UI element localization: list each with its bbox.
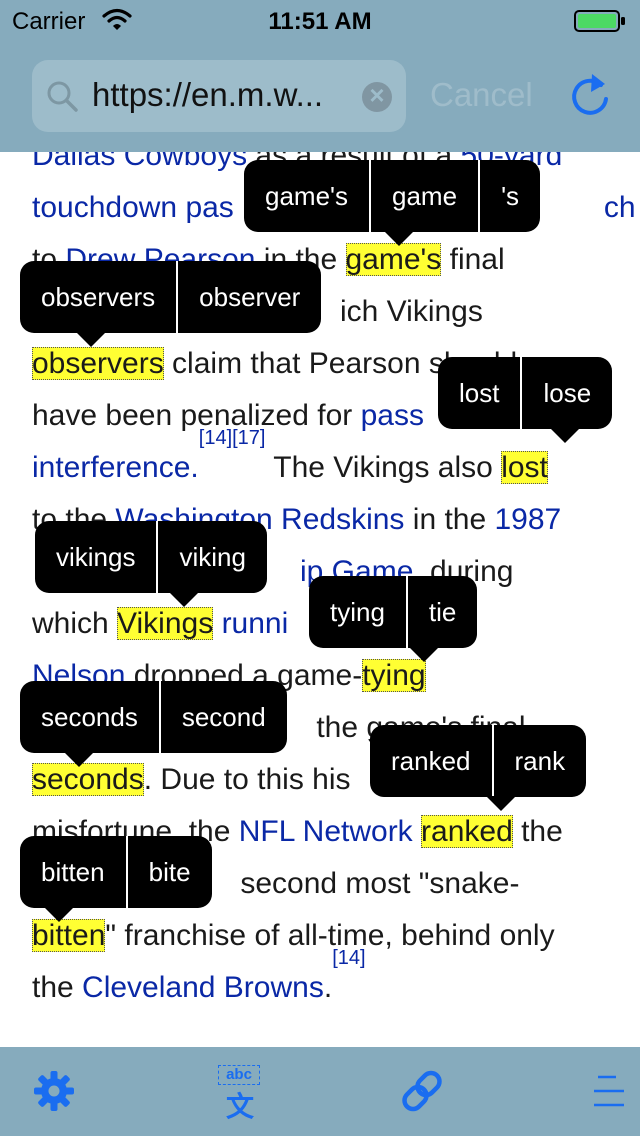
popup-lemma-option[interactable]: bite [125, 836, 212, 908]
navigation-bar: https://en.m.w... × Cancel [0, 40, 640, 152]
highlight-word[interactable]: ranked [421, 815, 513, 848]
link-1987[interactable]: 1987 [495, 503, 562, 536]
popup-lemma-option[interactable]: second [158, 681, 287, 753]
highlight-word[interactable]: game's [345, 243, 442, 276]
popup-lemma-option[interactable]: lose [520, 357, 612, 429]
reload-icon[interactable] [568, 72, 612, 118]
cancel-button[interactable]: Cancel [430, 76, 533, 114]
popup-lemma-option[interactable]: rank [491, 725, 587, 797]
search-icon [47, 81, 78, 112]
highlight-word[interactable]: observers [32, 347, 164, 380]
popup-lemma-option[interactable]: tie [405, 576, 477, 648]
text-run: second most "snake- [232, 867, 520, 900]
text-run: have been penalized for [32, 399, 361, 432]
link-cleveland-browns[interactable]: Cleveland Browns [82, 971, 324, 1004]
popup-suffix-option[interactable]: 's [478, 160, 540, 232]
text-run: the [512, 815, 563, 848]
popup-arrow [76, 332, 106, 347]
highlight-word[interactable]: Vikings [117, 607, 214, 640]
popup-surface-option[interactable]: tying [309, 576, 406, 648]
text-run: final [441, 243, 505, 276]
link-icon[interactable] [400, 1069, 444, 1113]
popup-ranked: ranked rank [370, 725, 587, 811]
highlight-word[interactable]: tying [362, 659, 426, 692]
translate-badge: abc [218, 1065, 260, 1085]
link-touchdown-pass[interactable]: touchdown pas [32, 191, 234, 224]
translate-glyph: 文 [226, 1090, 255, 1123]
highlight-word[interactable]: lost [501, 451, 548, 484]
popup-arrow [384, 231, 414, 246]
link-running-back[interactable]: runni [222, 607, 289, 640]
status-bar: Carrier 11:51 AM [0, 0, 640, 40]
article-line: bitten" franchise of all-time, behind on… [32, 910, 622, 962]
text-run [413, 815, 421, 848]
popup-arrow [550, 428, 580, 443]
popup-surface-option[interactable]: observers [20, 261, 176, 333]
popup-arrow [486, 796, 516, 811]
article-line: the Cleveland Browns.[14] [32, 948, 622, 1014]
text-run: which [32, 607, 118, 640]
text-run: . Due to this his [143, 763, 351, 796]
article-line: interference.[14][17] The Vikings also l… [32, 428, 622, 494]
citation[interactable]: [14] [332, 947, 365, 969]
popup-lemma-option[interactable]: observer [176, 261, 321, 333]
bottom-toolbar: abc 文 [0, 1047, 640, 1136]
popup-lost: lost lose [438, 357, 613, 443]
clear-icon[interactable]: × [362, 80, 392, 112]
popup-surface-option[interactable]: bitten [20, 836, 126, 908]
link-pass-interference[interactable]: pass [361, 399, 424, 432]
highlight-word[interactable]: seconds [32, 763, 144, 796]
popup-surface-option[interactable]: game's [244, 160, 369, 232]
popup-arrow [44, 907, 74, 922]
popup-observers: observers observer [20, 261, 322, 347]
text-run: ich Vikings [340, 295, 483, 328]
popup-tying: tying tie [309, 576, 478, 662]
battery-icon [574, 10, 625, 32]
menu-icon[interactable] [588, 1069, 632, 1113]
popup-seconds: seconds second [20, 681, 287, 767]
text-run: in the [404, 503, 495, 536]
popup-vikings: vikings viking [35, 521, 267, 607]
popup-arrow [169, 592, 199, 607]
text-run: the [32, 971, 83, 1004]
popup-lemma-option[interactable]: game [369, 160, 478, 232]
popup-surface-option[interactable]: lost [438, 357, 520, 429]
popup-arrow [64, 752, 94, 767]
citation[interactable]: [14][17] [199, 427, 266, 449]
translate-icon[interactable]: abc 文 [218, 1065, 262, 1123]
link-interference[interactable]: interference. [32, 451, 199, 484]
gear-icon[interactable] [32, 1069, 76, 1113]
link-fragment[interactable]: ch [604, 191, 636, 224]
text-run: . [323, 971, 333, 1004]
popup-arrow [409, 647, 439, 662]
url-search-field[interactable]: https://en.m.w... × [32, 60, 406, 132]
text-run [213, 607, 221, 640]
popup-lemma-option[interactable]: viking [156, 521, 266, 593]
text-run: The Vikings also [265, 451, 502, 484]
clock: 11:51 AM [268, 8, 372, 35]
text-run: " franchise of all-time, behind only [105, 919, 555, 952]
popup-surface-option[interactable]: seconds [20, 681, 159, 753]
highlight-word[interactable]: bitten [32, 919, 106, 952]
popup-surface-option[interactable]: vikings [35, 521, 156, 593]
link-nfl-network[interactable]: NFL Network [239, 815, 413, 848]
popup-bitten: bitten bite [20, 836, 212, 922]
popup-games: game's game 's [244, 160, 541, 246]
popup-surface-option[interactable]: ranked [370, 725, 492, 797]
url-input-value[interactable]: https://en.m.w... [92, 76, 323, 114]
